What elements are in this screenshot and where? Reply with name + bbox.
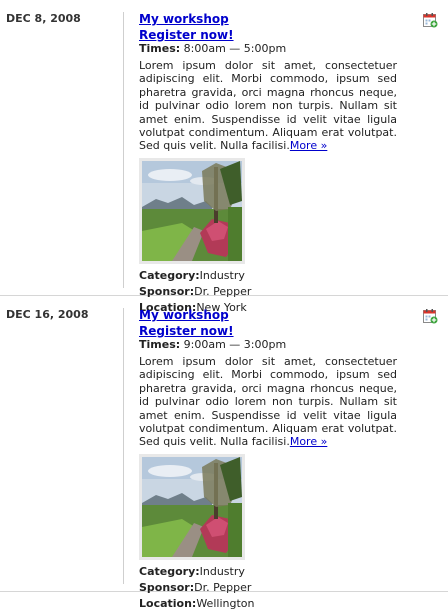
event-photo: [139, 453, 245, 560]
calendar-add-icon[interactable]: [423, 13, 438, 28]
category-value: Industry: [199, 564, 245, 578]
sponsor-value: Dr. Pepper: [194, 580, 252, 594]
event-date: DEC 8, 2008: [6, 12, 81, 25]
event-content: My workshop Register now! Times: 9:00am …: [139, 308, 397, 612]
landscape-image: [142, 160, 242, 261]
event-item: DEC 8, 2008 My workshop Register now! Ti…: [0, 0, 448, 314]
times-value: 9:00am — 3:00pm: [180, 338, 287, 351]
event-description: Lorem ipsum dolor sit amet, consectetuer…: [139, 59, 397, 153]
description-text: Lorem ipsum dolor sit amet, consectetuer…: [139, 355, 397, 449]
column-divider: [123, 12, 124, 288]
times-value: 8:00am — 5:00pm: [180, 42, 287, 55]
event-date: DEC 16, 2008: [6, 308, 89, 321]
event-title-link[interactable]: My workshop: [139, 12, 397, 27]
location-row: Location:Wellington: [139, 596, 397, 612]
category-row: Category:Industry: [139, 564, 397, 580]
column-divider: [123, 308, 124, 584]
register-link[interactable]: Register now!: [139, 29, 397, 42]
event-times: Times: 8:00am — 5:00pm: [139, 42, 397, 56]
event-item: DEC 16, 2008 My workshop Register now! T…: [0, 296, 448, 610]
event-description: Lorem ipsum dolor sit amet, consectetuer…: [139, 355, 397, 449]
category-label: Category:: [139, 564, 200, 578]
event-content: My workshop Register now! Times: 8:00am …: [139, 12, 397, 316]
landscape-image: [142, 456, 242, 557]
category-value: Industry: [199, 268, 245, 282]
description-text: Lorem ipsum dolor sit amet, consectetuer…: [139, 59, 397, 153]
event-photo: [139, 157, 245, 264]
event-meta: Category:Industry Sponsor:Dr. Pepper Loc…: [139, 564, 397, 612]
event-list: DEC 8, 2008 My workshop Register now! Ti…: [0, 0, 448, 610]
more-link[interactable]: More »: [290, 435, 328, 448]
register-link[interactable]: Register now!: [139, 325, 397, 338]
event-title-link[interactable]: My workshop: [139, 308, 397, 323]
times-label: Times:: [139, 42, 181, 55]
times-label: Times:: [139, 338, 181, 351]
event-times: Times: 9:00am — 3:00pm: [139, 338, 397, 352]
calendar-add-icon[interactable]: [423, 309, 438, 324]
category-row: Category:Industry: [139, 268, 397, 284]
more-link[interactable]: More »: [290, 139, 328, 152]
sponsor-row: Sponsor:Dr. Pepper: [139, 580, 397, 596]
sponsor-label: Sponsor:: [139, 580, 195, 594]
category-label: Category:: [139, 268, 200, 282]
